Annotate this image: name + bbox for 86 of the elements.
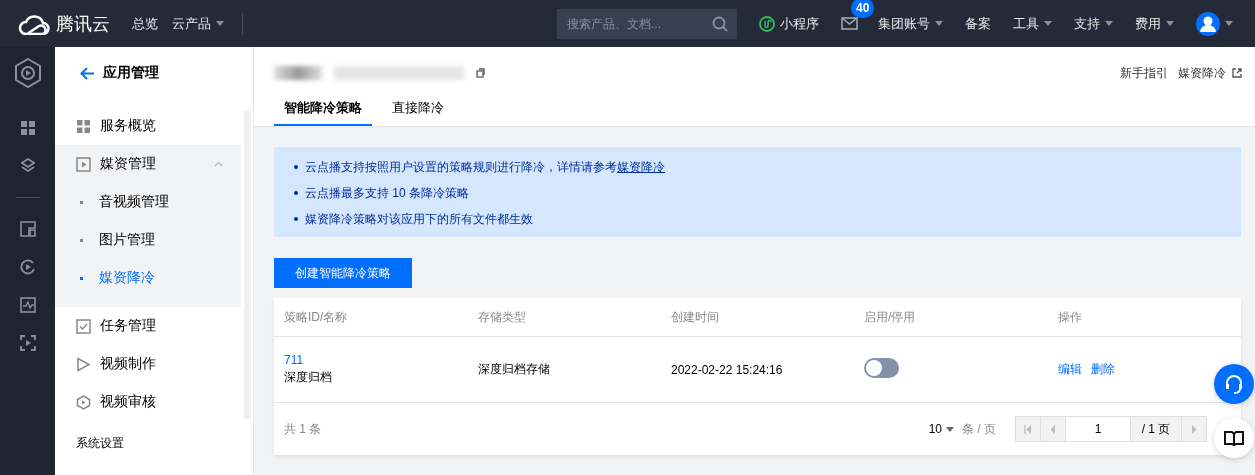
toggle-switch[interactable] <box>864 358 899 378</box>
scan-icon[interactable] <box>19 335 36 351</box>
count-badge: 40 <box>851 0 875 18</box>
column-header: 策略ID/名称 <box>284 308 349 326</box>
caret-icon <box>1166 21 1174 26</box>
guide-link[interactable]: 新手指引 <box>1120 64 1168 82</box>
hexagon-play-logo-icon[interactable] <box>12 57 43 89</box>
create-strategy-button[interactable]: 创建智能降冷策略 <box>274 258 412 288</box>
table-cell-text: 深度归档存储 <box>478 361 551 378</box>
nav-menu[interactable]: 集团账号 <box>878 14 943 33</box>
bullet-icon <box>294 165 298 169</box>
submenu-item[interactable]: 音视频管理 <box>55 183 241 221</box>
tab[interactable]: 直接降冷 <box>382 99 454 126</box>
page-input[interactable]: 1 <box>1065 416 1131 442</box>
caret-icon <box>1225 21 1233 26</box>
back-link[interactable]: 应用管理 <box>55 47 253 99</box>
brand-name: 腾讯云 <box>56 12 110 36</box>
submenu-item[interactable]: 媒资降冷 <box>55 259 241 297</box>
column-header: 创建时间 <box>671 308 720 326</box>
notice-text: 云点播最多支持 10 条降冷策略 <box>305 184 469 202</box>
bullet-icon <box>294 191 298 195</box>
action-link[interactable]: 删除 <box>1091 361 1115 378</box>
back-arrow-icon <box>80 66 95 80</box>
copy-icon <box>476 68 485 78</box>
column-header: 存储类型 <box>478 308 527 326</box>
play-outline-icon <box>76 356 91 372</box>
external-link-icon <box>1232 68 1242 78</box>
column-header: 启用/停用 <box>864 308 917 326</box>
external-link[interactable]: 媒资降冷 <box>1178 64 1242 82</box>
mini-program-link[interactable]: 小程序 <box>759 14 819 33</box>
first-page-icon <box>1024 424 1032 434</box>
menu-item[interactable]: 视频审核 <box>55 383 241 421</box>
link-circle-icon <box>759 15 775 32</box>
strategy-name: 深度归档 <box>284 369 332 386</box>
notice-text: 云点播支持按照用户设置的策略规则进行降冷，详情请参考媒资降冷 <box>305 158 665 176</box>
nav-link[interactable]: 云产品 <box>172 14 224 33</box>
grid-icon[interactable] <box>19 120 36 136</box>
mail-icon[interactable] <box>841 17 858 30</box>
headset-icon <box>1223 373 1245 395</box>
page-total: / 1 页 <box>1130 416 1182 442</box>
grid-icon <box>76 118 91 134</box>
column-header: 操作 <box>1058 308 1083 326</box>
previous-page-icon <box>1049 424 1057 434</box>
storage-icon[interactable] <box>19 221 36 237</box>
section-heading: 系统设置 <box>75 435 125 452</box>
total-count: 共 1 条 <box>284 420 322 438</box>
redacted-block <box>274 66 322 80</box>
account-menu[interactable] <box>1196 11 1233 36</box>
search-field[interactable]: 搜索产品、文档... <box>557 8 737 39</box>
avatar-icon <box>1196 11 1220 36</box>
support-button[interactable] <box>1214 364 1254 404</box>
caret-icon <box>1044 21 1052 26</box>
submenu-item[interactable]: 图片管理 <box>55 221 241 259</box>
doc-link[interactable]: 媒资降冷 <box>617 159 665 174</box>
play-circle-icon[interactable] <box>19 259 36 275</box>
page-size-select[interactable]: 10 <box>928 422 954 436</box>
bullet-icon <box>294 217 298 221</box>
nav-menu[interactable]: 费用 <box>1135 14 1174 33</box>
open-book-icon <box>1224 430 1244 446</box>
layers-icon[interactable] <box>19 158 36 174</box>
nav-menu[interactable]: 工具 <box>1013 14 1052 33</box>
page-size-label: 条 / 页 <box>962 420 996 438</box>
nav-menu[interactable]: 支持 <box>1074 14 1113 33</box>
caret-icon <box>1105 21 1113 26</box>
checkbox-icon <box>76 318 91 334</box>
nav-link[interactable]: 总览 <box>132 14 158 33</box>
nav-link[interactable]: 备案 <box>965 14 991 33</box>
cloud-logo-icon <box>18 12 50 35</box>
tab[interactable]: 智能降冷策略 <box>274 99 372 126</box>
chevron-up-icon <box>214 161 223 167</box>
docs-button[interactable] <box>1214 418 1254 458</box>
caret-icon <box>946 426 954 432</box>
play-square-icon <box>76 156 91 172</box>
next-page-icon <box>1190 424 1198 434</box>
caret-icon <box>935 21 943 26</box>
table-cell-text: 2022-02-22 15:24:16 <box>671 362 784 377</box>
notice-text: 媒资降冷策略对该应用下的所有文件都生效 <box>305 210 533 228</box>
menu-item[interactable]: 任务管理 <box>55 307 241 345</box>
menu-item[interactable]: 媒资管理 <box>55 145 241 183</box>
strategy-id-link[interactable]: 711 <box>284 353 304 367</box>
search-icon[interactable] <box>712 15 728 32</box>
action-link[interactable]: 编辑 <box>1058 361 1082 378</box>
chart-icon[interactable] <box>19 297 36 313</box>
hexagon-eye-icon <box>76 394 91 410</box>
menu-item[interactable]: 视频制作 <box>55 345 241 383</box>
menu-item[interactable]: 服务概览 <box>55 107 241 145</box>
